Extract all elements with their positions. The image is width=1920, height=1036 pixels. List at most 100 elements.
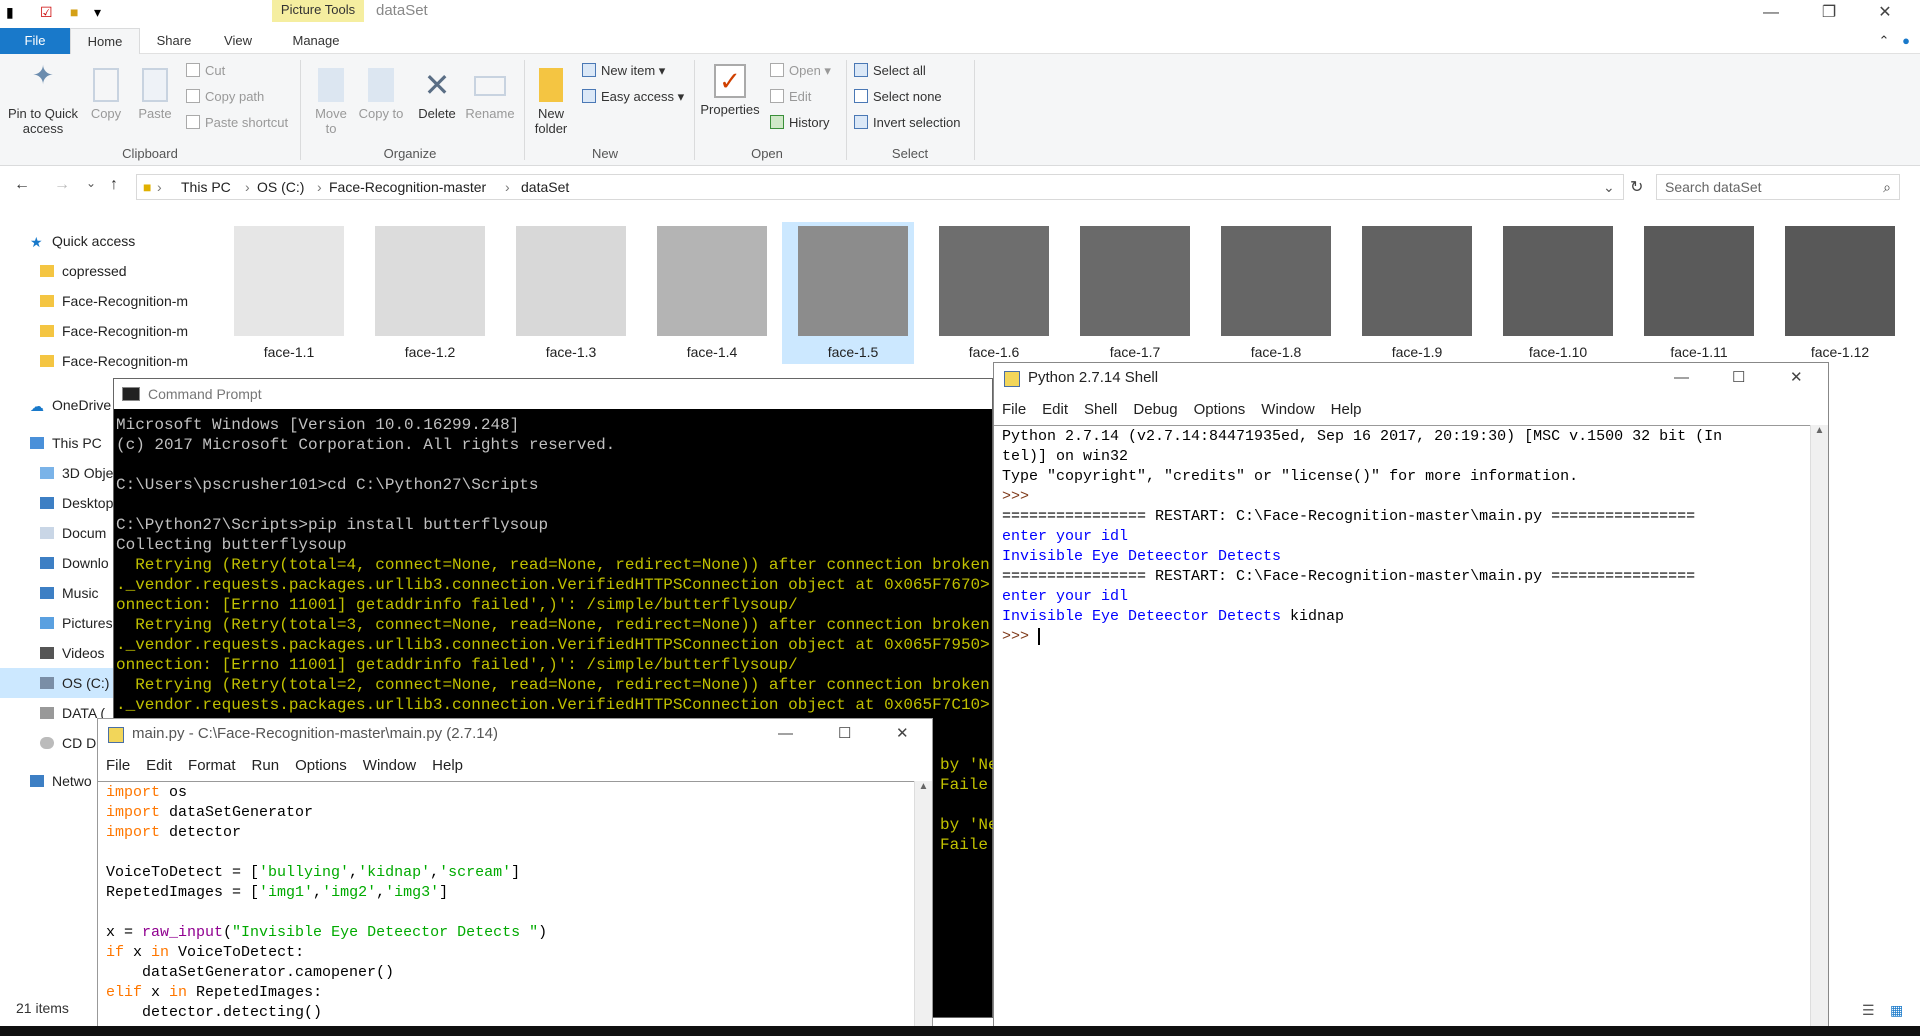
large-icons-view-icon[interactable]: ▦ [1890,1002,1903,1019]
copy-to-icon [368,68,394,102]
face-image [1503,226,1613,336]
menu-shell[interactable]: Shell [1084,401,1117,418]
new-folder-icon[interactable]: ■ [70,4,78,20]
tab-manage[interactable]: Manage [280,28,352,54]
paste-shortcut-button[interactable]: Paste shortcut [186,112,288,134]
nav-item[interactable]: Face-Recognition-m [0,286,200,316]
recent-locations-icon[interactable]: ⌄ [86,176,96,190]
help-icon[interactable]: ● [1896,28,1916,54]
edit-button[interactable]: Edit [770,86,811,108]
properties-icon[interactable]: ☑ [40,4,53,21]
file-thumbnail[interactable]: face-1.8 [1205,222,1337,364]
menu-edit[interactable]: Edit [146,757,172,774]
select-all-icon [854,63,868,77]
new-item-button[interactable]: New item ▾ [582,60,665,82]
maximize-button[interactable]: ☐ [1732,363,1745,393]
properties-button[interactable]: ✓ Properties [698,64,762,117]
pin-quick-access-button[interactable]: ✦ Pin to Quick access [4,62,82,136]
breadcrumb-this-pc[interactable]: This PC [181,179,231,195]
tab-view[interactable]: View [210,28,266,54]
scroll-up-icon[interactable]: ▲ [915,781,932,792]
breadcrumb-dataset[interactable]: dataSet [521,179,569,195]
scroll-up-icon[interactable]: ▲ [1811,425,1828,436]
maximize-button[interactable]: ❐ [1806,0,1852,28]
close-button[interactable]: ✕ [1862,0,1908,28]
menu-options[interactable]: Options [1194,401,1246,418]
easy-access-button[interactable]: Easy access ▾ [582,86,684,108]
file-thumbnail-selected[interactable]: face-1.5 [782,222,914,364]
up-arrow-icon[interactable]: ↑ [110,176,118,194]
cmd-output[interactable]: Microsoft Windows [Version 10.0.16299.24… [116,415,1057,715]
new-folder-button[interactable]: New folder [530,68,572,136]
chevron-down-icon[interactable]: ⌄ [1603,179,1615,196]
menu-window[interactable]: Window [363,757,416,774]
delete-button[interactable]: ✕ Delete [412,68,462,121]
copy-path-button[interactable]: Copy path [186,86,264,108]
breadcrumb-os-c[interactable]: OS (C:) [257,179,304,195]
paste-button[interactable]: Paste [132,68,178,121]
refresh-icon[interactable]: ↻ [1630,177,1643,197]
close-button[interactable]: ✕ [1790,363,1803,393]
maximize-button[interactable]: ☐ [838,719,851,749]
menu-edit[interactable]: Edit [1042,401,1068,418]
shell-scrollbar[interactable]: ▲ [1810,425,1828,1035]
customize-qat-icon[interactable]: ▾ [94,4,101,21]
breadcrumb-face-recognition[interactable]: Face-Recognition-master [329,179,486,195]
back-arrow-icon[interactable]: ← [14,176,30,194]
group-separator [524,60,525,160]
invert-selection-button[interactable]: Invert selection [854,112,960,134]
menu-file[interactable]: File [106,757,130,774]
move-to-button[interactable]: Move to [308,68,354,136]
cut-button[interactable]: Cut [186,60,225,82]
copy-button[interactable]: Copy [84,68,128,121]
menu-debug[interactable]: Debug [1133,401,1177,418]
menu-help[interactable]: Help [432,757,463,774]
menu-format[interactable]: Format [188,757,236,774]
menu-file[interactable]: File [1002,401,1026,418]
copy-to-button[interactable]: Copy to [358,68,404,121]
minimize-button[interactable]: — [1748,0,1794,28]
nav-item[interactable]: copressed [0,256,200,286]
select-none-button[interactable]: Select none [854,86,942,108]
file-thumbnail[interactable]: face-1.10 [1487,222,1619,364]
editor-scrollbar[interactable]: ▲ [914,781,932,1035]
file-thumbnail[interactable]: face-1.2 [359,222,491,364]
open-button[interactable]: Open ▾ [770,60,831,82]
nav-item[interactable]: Face-Recognition-m [0,316,200,346]
invert-selection-icon [854,115,868,129]
idle-editor-window[interactable]: main.py - C:\Face-Recognition-master\mai… [97,718,933,1036]
close-button[interactable]: ✕ [896,719,909,749]
nav-item[interactable]: Face-Recognition-m [0,346,200,376]
menu-run[interactable]: Run [252,757,280,774]
menu-help[interactable]: Help [1331,401,1362,418]
file-thumbnail[interactable]: face-1.12 [1769,222,1901,364]
file-thumbnail[interactable]: face-1.7 [1064,222,1196,364]
file-thumbnail[interactable]: face-1.11 [1628,222,1760,364]
rename-button[interactable]: Rename [464,68,516,121]
forward-arrow-icon[interactable]: → [54,176,70,194]
tab-file[interactable]: File [0,28,70,54]
file-thumbnail[interactable]: face-1.6 [923,222,1055,364]
address-bar[interactable]: ■ › This PC › OS (C:) › Face-Recognition… [136,174,1624,200]
details-view-icon[interactable]: ☰ [1862,1002,1875,1019]
folder-icon [40,265,54,277]
menu-window[interactable]: Window [1261,401,1314,418]
python-shell-window[interactable]: Python 2.7.14 Shell — ☐ ✕ File Edit Shell D… [993,362,1829,1036]
file-thumbnail[interactable]: face-1.3 [500,222,632,364]
menu-options[interactable]: Options [295,757,347,774]
tab-share[interactable]: Share [146,28,202,54]
minimize-button[interactable]: — [1674,363,1689,393]
nav-quick-access[interactable]: ★ Quick access [0,226,200,256]
history-button[interactable]: History [770,112,829,134]
file-thumbnail[interactable]: face-1.9 [1346,222,1478,364]
editor-code[interactable]: import os import dataSetGenerator import… [106,783,547,1023]
collapse-ribbon-icon[interactable]: ⌃ [1874,28,1894,54]
cmd-title: Command Prompt [148,386,262,402]
minimize-button[interactable]: — [778,719,793,749]
shell-output[interactable]: Python 2.7.14 (v2.7.14:84471935ed, Sep 1… [1002,427,1722,647]
search-input[interactable]: Search dataSet ⌕ [1656,174,1900,200]
file-thumbnail[interactable]: face-1.4 [641,222,773,364]
select-all-button[interactable]: Select all [854,60,926,82]
file-thumbnail[interactable]: face-1.1 [218,222,350,364]
tab-home[interactable]: Home [70,28,140,55]
